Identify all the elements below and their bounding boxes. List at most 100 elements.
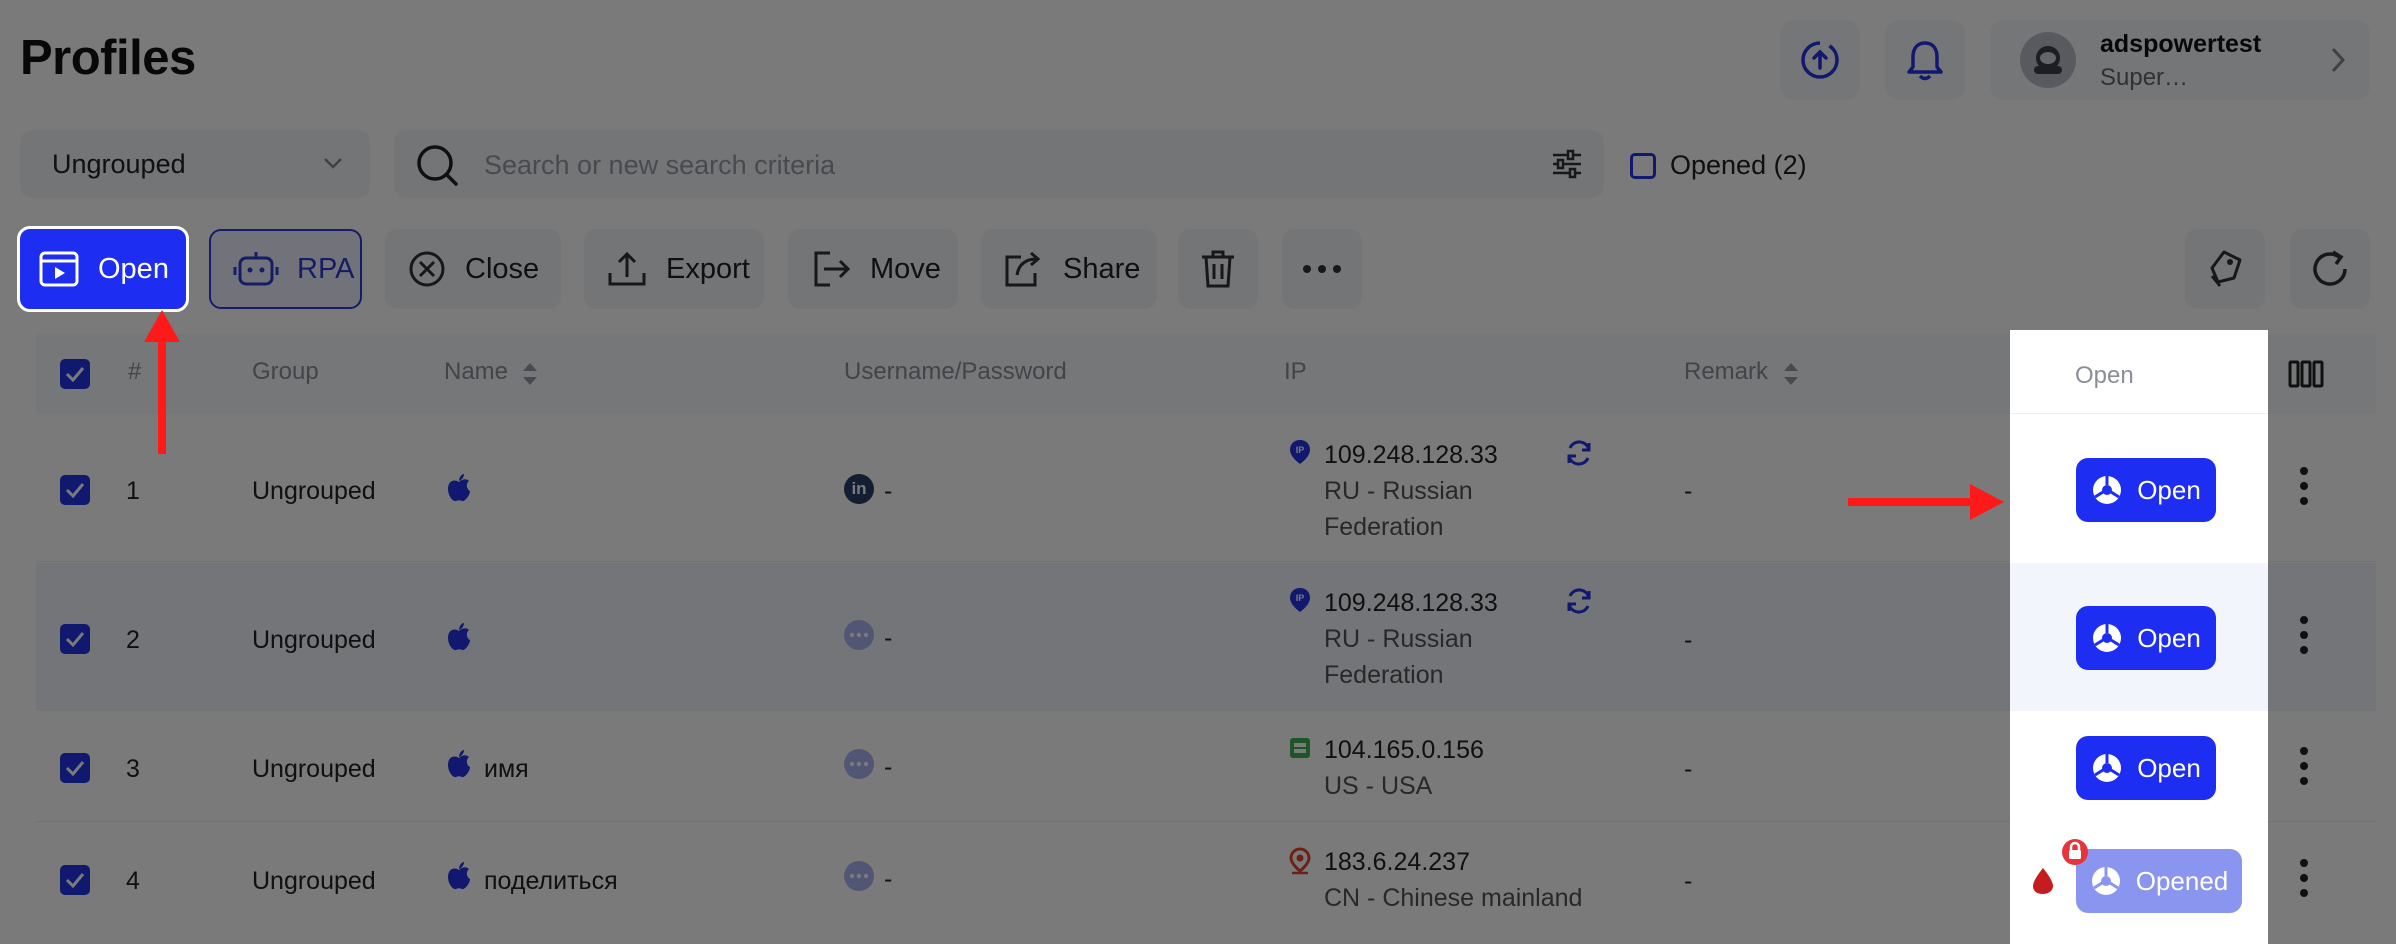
row-username-password: - (884, 753, 893, 781)
row-checkbox[interactable] (60, 865, 90, 895)
move-button[interactable]: Move (788, 229, 958, 309)
close-button[interactable]: Close (385, 229, 561, 309)
robot-icon (233, 249, 279, 289)
row-group: Ungrouped (252, 867, 376, 895)
row-open-button[interactable]: Open (2076, 606, 2216, 670)
browser-engine-icon (2091, 474, 2123, 506)
row-username-password: - (884, 865, 893, 893)
columns-icon[interactable] (2288, 360, 2324, 388)
user-name: adspowertest (2100, 30, 2262, 58)
delete-button[interactable] (1178, 229, 1258, 309)
browser-engine-icon (2090, 865, 2122, 897)
more-platforms-icon (844, 620, 874, 650)
row-ip: 104.165.0.156 (1324, 736, 1484, 764)
bell-icon (1903, 37, 1947, 83)
refresh-ip-icon[interactable] (1564, 586, 1594, 616)
chevron-down-icon (320, 150, 346, 176)
col-group: Group (252, 358, 319, 385)
row-location: RU - Russian (1324, 625, 1473, 653)
filter-settings-icon[interactable] (1550, 148, 1584, 180)
col-open-label: Open (2075, 362, 2134, 389)
row-more-icon[interactable] (2299, 858, 2309, 898)
row-more-icon[interactable] (2299, 746, 2309, 786)
row-checkbox[interactable] (60, 753, 90, 783)
search-input[interactable]: Search or new search criteria (394, 130, 1604, 198)
search-placeholder: Search or new search criteria (484, 150, 836, 180)
row-group: Ungrouped (252, 477, 376, 505)
notifications-button[interactable] (1885, 20, 1965, 100)
group-select-value: Ungrouped (52, 149, 186, 179)
share-label: Share (1063, 252, 1141, 285)
lock-icon (2061, 838, 2089, 866)
share-button[interactable]: Share (981, 229, 1157, 309)
sort-icon[interactable] (1782, 360, 1800, 388)
rpa-label: RPA (297, 252, 355, 285)
location-pin-icon (1288, 847, 1312, 875)
refresh-ip-icon[interactable] (1564, 438, 1594, 468)
refresh-button[interactable] (2290, 229, 2370, 309)
refresh-icon (2309, 248, 2351, 290)
row-remark: - (1684, 477, 1693, 505)
chevron-right-icon (2328, 44, 2348, 76)
row-checkbox[interactable] (60, 475, 90, 505)
user-role: Super… (2100, 64, 2189, 91)
sort-icon[interactable] (521, 360, 539, 388)
ip-cell: 109.248.128.33 RU - Russian Federation (1324, 437, 1564, 545)
row-open-button[interactable]: Open (2076, 458, 2216, 522)
row-ip: 183.6.24.237 (1324, 848, 1470, 876)
sync-button[interactable] (1780, 20, 1860, 100)
row-open-label: Open (2137, 622, 2201, 653)
svg-text:IP: IP (1296, 445, 1305, 455)
open-button[interactable]: Open (17, 226, 189, 312)
row-remark: - (1684, 867, 1693, 895)
opened-filter[interactable]: Opened (2) (1630, 150, 1807, 181)
share-icon (1003, 249, 1045, 289)
export-label: Export (666, 252, 750, 285)
browser-engine-icon (2091, 752, 2123, 784)
row-opened-button[interactable]: Opened (2076, 849, 2242, 913)
row-group: Ungrouped (252, 755, 376, 783)
row-location-2: Federation (1324, 661, 1444, 689)
group-select[interactable]: Ungrouped (20, 130, 370, 198)
row-remark: - (1684, 755, 1693, 783)
tag-icon (2204, 248, 2246, 290)
row-open-button[interactable]: Open (2076, 736, 2216, 800)
svg-text:IP: IP (1296, 593, 1305, 603)
astronaut-icon (2028, 40, 2068, 80)
row-username-password: - (884, 477, 893, 505)
ip-cell: 183.6.24.237 CN - Chinese mainland (1324, 844, 1664, 916)
row-open-label: Open (2137, 752, 2201, 783)
blood-drop-icon (2029, 866, 2057, 896)
user-menu[interactable]: adspowertest Super… (1990, 20, 2370, 100)
tag-button[interactable] (2185, 229, 2265, 309)
col-name[interactable]: Name (444, 358, 508, 386)
row-name: имя (484, 755, 529, 783)
row-group: Ungrouped (252, 626, 376, 654)
row-location: RU - Russian (1324, 477, 1473, 505)
export-icon (606, 249, 648, 289)
close-label: Close (465, 252, 540, 285)
row-open-label: Open (2137, 474, 2201, 505)
export-button[interactable]: Export (584, 229, 764, 309)
more-actions-button[interactable] (1282, 229, 1362, 309)
row-more-icon[interactable] (2299, 615, 2309, 655)
row-opened-label: Opened (2135, 865, 2229, 896)
linkedin-icon: in (844, 474, 874, 504)
opened-checkbox[interactable] (1630, 152, 1656, 179)
row-checkbox[interactable] (60, 624, 90, 654)
select-all-checkbox[interactable] (60, 359, 90, 389)
row-location: CN - Chinese mainland (1324, 884, 1583, 912)
row-ip: 109.248.128.33 (1324, 441, 1498, 469)
col-ip: IP (1284, 358, 1307, 385)
ip-cell: 109.248.128.33 RU - Russian Federation (1324, 585, 1564, 693)
ip-cell: 104.165.0.156 US - USA (1324, 732, 1624, 804)
rpa-button[interactable]: RPA (209, 229, 362, 309)
move-icon (810, 249, 852, 289)
page-title: Profiles (20, 31, 196, 85)
row-more-icon[interactable] (2299, 466, 2309, 506)
more-platforms-icon (844, 861, 874, 891)
col-remark[interactable]: Remark (1684, 358, 1768, 386)
browser-engine-icon (2091, 622, 2123, 654)
close-circle-icon (407, 249, 447, 289)
open-label: Open (98, 252, 169, 285)
